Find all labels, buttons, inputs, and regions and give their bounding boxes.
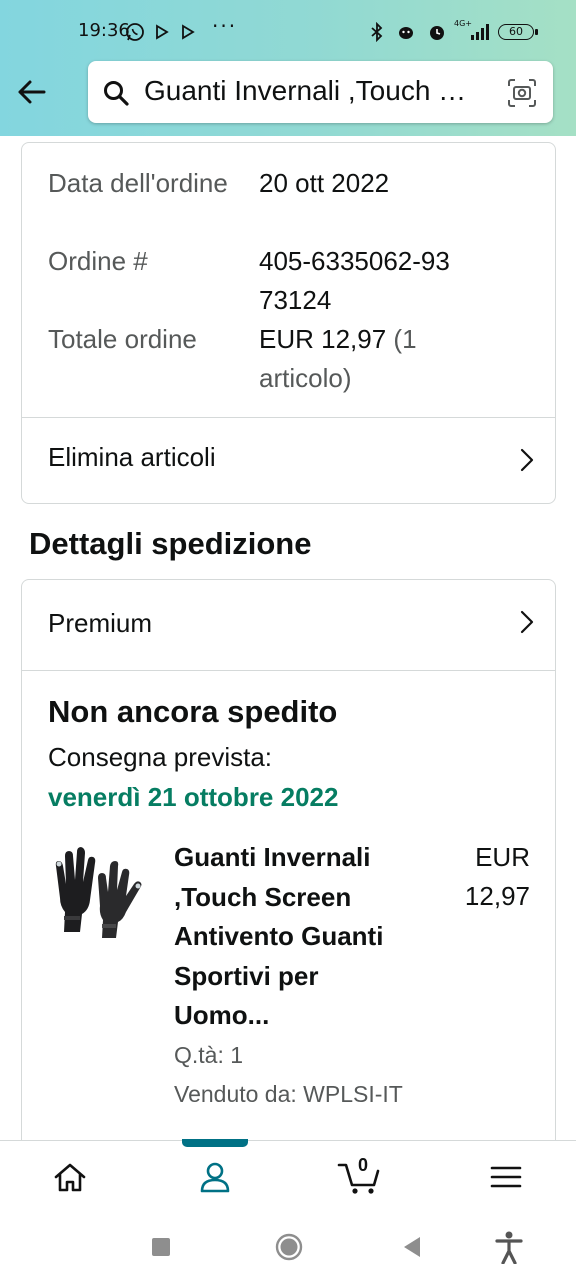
product-thumbnail[interactable] [50,836,146,940]
play-store-icon [156,24,169,40]
order-date-value: 20 ott 2022 [259,168,390,198]
search-icon [104,81,129,106]
product-seller: Venduto da: WPLSI-IT [174,1081,403,1107]
remove-items-label: Elimina articoli [48,442,216,472]
order-number-value: 405-6335062-9373124 [259,246,450,315]
shipping-speed-label: Premium [48,608,153,638]
camera-search-icon[interactable] [506,77,538,109]
home-tab[interactable] [48,1157,92,1197]
shipment-status: Non ancora spedito [48,694,338,729]
app-notification-icon [399,27,413,39]
active-tab-indicator [182,1139,248,1147]
bluetooth-icon [371,22,383,42]
battery-indicator: 60 [498,24,538,40]
delivery-label: Consegna prevista: [48,742,273,772]
status-bar: 19:36 ··· 4G+ 60 [0,0,576,64]
divider [22,670,555,671]
status-time: 19:36 [78,20,130,41]
more-notifications-icon: ··· [212,14,238,38]
cart-count: 0 [358,1155,369,1175]
product-title[interactable]: Guanti Invernali ,Touch Screen Antivento… [174,838,414,1036]
order-total-amount: EUR 12,97 [259,324,387,354]
search-input[interactable]: Guanti Invernali ,Touch Screen Antivento… [144,75,484,107]
shipment-card: Premium Non ancora spedito Consegna prev… [21,579,556,1149]
alarm-icon [430,26,444,40]
menu-icon [490,1166,522,1188]
product-price: EUR 12,97 [464,842,530,911]
order-date-label: Data dell'ordine [48,168,228,198]
shipping-speed-link[interactable]: Premium [22,580,555,670]
bottom-navigation: 0 [0,1139,576,1212]
order-total-value: EUR 12,97 (1 articolo) [259,320,459,398]
back-system-icon[interactable] [400,1230,424,1264]
account-icon [200,1162,230,1193]
remove-items-link[interactable]: Elimina articoli [22,418,555,502]
delivery-date: venerdì 21 ottobre 2022 [48,782,339,812]
home-system-icon[interactable] [274,1230,304,1264]
system-navigation-bar [0,1212,576,1280]
chevron-right-icon [520,610,534,634]
cart-tab[interactable]: 0 [336,1155,384,1197]
product-quantity: Q.tà: 1 [174,1042,244,1068]
order-summary-card: Data dell'ordine 20 ott 2022 Ordine # 40… [21,142,556,504]
order-number-label: Ordine # [48,246,148,276]
menu-tab[interactable] [484,1157,528,1197]
signal-icon [471,24,489,40]
order-total-label: Totale ordine [48,324,197,354]
accessibility-icon[interactable] [494,1230,524,1264]
recents-icon[interactable] [150,1230,172,1264]
home-icon [54,1163,86,1192]
play-store-icon [182,24,195,40]
shipment-section-title: Dettagli spedizione [29,526,312,561]
account-tab[interactable] [193,1157,237,1197]
search-bar[interactable]: Guanti Invernali ,Touch Screen Antivento… [88,61,553,123]
chevron-right-icon [520,448,534,472]
back-arrow-icon[interactable] [14,74,50,110]
whatsapp-icon [126,23,144,41]
app-header: 19:36 ··· 4G+ 60 Guanti Invernali ,Touch… [0,0,576,136]
